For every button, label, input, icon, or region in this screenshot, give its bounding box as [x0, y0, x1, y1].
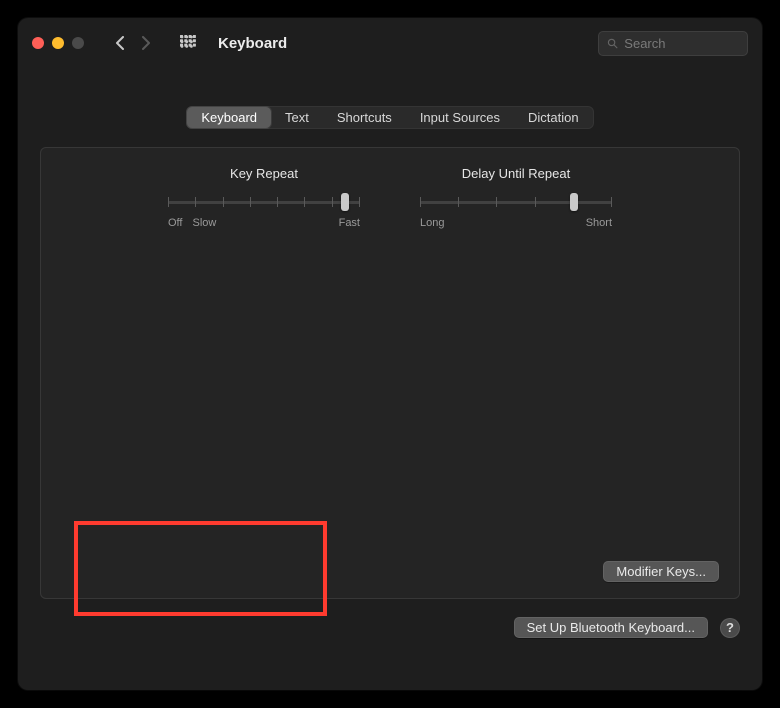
- search-icon: [607, 37, 618, 50]
- back-button[interactable]: [108, 31, 132, 55]
- modifier-keys-button[interactable]: Modifier Keys...: [603, 561, 719, 582]
- delay-repeat-slider[interactable]: [420, 191, 612, 215]
- content-area: KeyboardTextShortcutsInput SourcesDictat…: [18, 68, 762, 660]
- key-repeat-label: Key Repeat: [168, 166, 360, 181]
- key-repeat-slow-label: Slow: [192, 217, 216, 229]
- footer: Set Up Bluetooth Keyboard... ?: [40, 617, 740, 638]
- fullscreen-window-button: [72, 37, 84, 49]
- help-button[interactable]: ?: [720, 618, 740, 638]
- key-repeat-fast-label: Fast: [339, 217, 360, 229]
- key-repeat-slider[interactable]: [168, 191, 360, 215]
- nav-buttons: [108, 31, 158, 55]
- preferences-window: Keyboard KeyboardTextShortcutsInput Sour…: [18, 18, 762, 690]
- keyboard-pane: Key Repeat Off Slow Fast: [40, 147, 740, 599]
- tab-bar: KeyboardTextShortcutsInput SourcesDictat…: [40, 106, 740, 129]
- delay-long-label: Long: [420, 217, 444, 229]
- show-all-icon[interactable]: [178, 33, 198, 53]
- delay-repeat-knob[interactable]: [570, 193, 578, 211]
- tab-keyboard[interactable]: Keyboard: [187, 107, 271, 128]
- delay-repeat-block: Delay Until Repeat Long Short: [420, 166, 612, 229]
- delay-short-label: Short: [586, 217, 612, 229]
- window-title: Keyboard: [218, 35, 287, 52]
- slider-row: Key Repeat Off Slow Fast: [63, 166, 717, 229]
- tab-segmented-control: KeyboardTextShortcutsInput SourcesDictat…: [186, 106, 593, 129]
- tab-dictation[interactable]: Dictation: [514, 107, 593, 128]
- key-repeat-block: Key Repeat Off Slow Fast: [168, 166, 360, 229]
- close-window-button[interactable]: [32, 37, 44, 49]
- titlebar: Keyboard: [18, 18, 762, 68]
- tab-input-sources[interactable]: Input Sources: [406, 107, 514, 128]
- search-field[interactable]: [598, 31, 748, 56]
- traffic-lights: [32, 37, 84, 49]
- search-input[interactable]: [624, 36, 739, 51]
- tab-text[interactable]: Text: [271, 107, 323, 128]
- key-repeat-off-label: Off: [168, 217, 182, 229]
- forward-button: [134, 31, 158, 55]
- setup-bluetooth-keyboard-button[interactable]: Set Up Bluetooth Keyboard...: [514, 617, 708, 638]
- delay-repeat-label: Delay Until Repeat: [420, 166, 612, 181]
- minimize-window-button[interactable]: [52, 37, 64, 49]
- key-repeat-knob[interactable]: [341, 193, 349, 211]
- tab-shortcuts[interactable]: Shortcuts: [323, 107, 406, 128]
